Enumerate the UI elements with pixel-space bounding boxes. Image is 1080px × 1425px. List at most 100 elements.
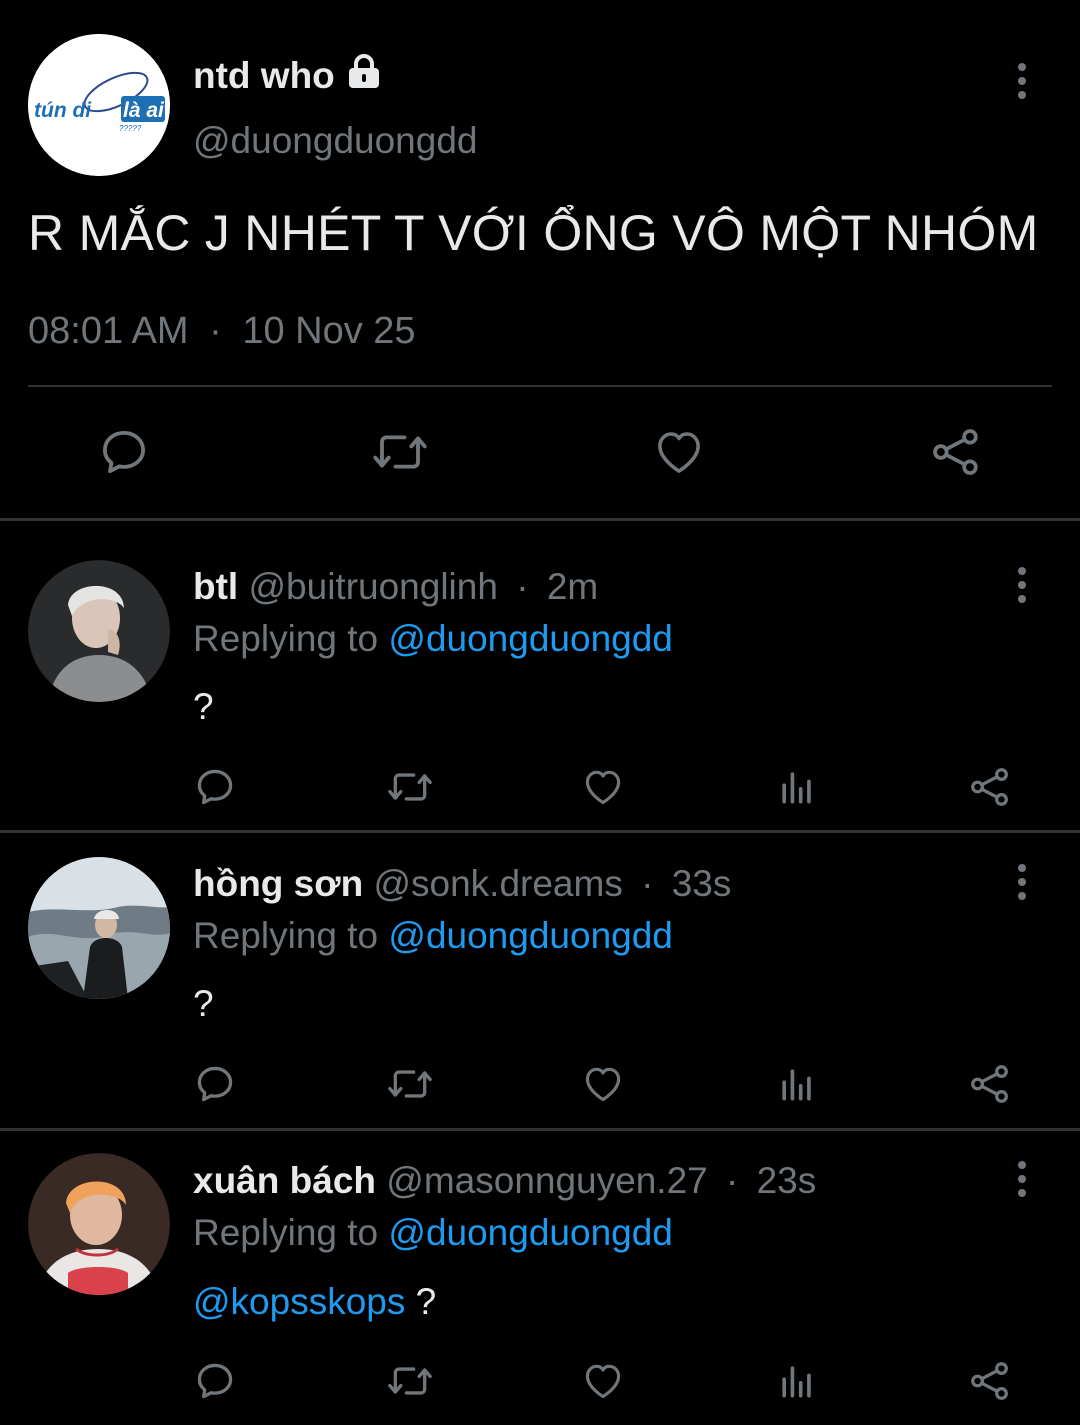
reply-more-button[interactable] <box>1002 555 1042 615</box>
reply-author-name[interactable]: xuân bách <box>193 1160 376 1201</box>
tun-di-la-ai-logo: tún di là ai ????? <box>28 34 170 176</box>
separator: · <box>641 863 654 904</box>
reply-more-button[interactable] <box>1002 852 1042 912</box>
share-button[interactable] <box>926 422 986 482</box>
svg-text:tún di: tún di <box>34 99 92 122</box>
replying-to-handle[interactable]: @duongduongdd <box>388 915 673 956</box>
reply-author-handle[interactable]: @buitruonglinh <box>248 566 497 607</box>
reply-body-text: ? <box>193 983 214 1024</box>
replying-to-handle[interactable]: @duongduongdd <box>388 1212 673 1253</box>
retweet-icon <box>388 1367 432 1395</box>
retweet-icon <box>388 1070 432 1098</box>
reply-avatar[interactable] <box>28 1153 170 1295</box>
main-author-name[interactable]: ntd who <box>193 52 383 99</box>
replying-to: Replying to @duongduongdd <box>193 915 673 957</box>
replying-to: Replying to @duongduongdd <box>193 618 673 660</box>
more-vertical-icon <box>1018 1161 1026 1169</box>
more-options-button[interactable] <box>1002 51 1042 111</box>
heart-icon <box>585 1067 621 1102</box>
avatar-photo <box>28 560 170 702</box>
main-author-handle[interactable]: @duongduongdd <box>193 120 478 162</box>
views-button[interactable] <box>774 764 820 810</box>
retweet-icon <box>373 435 427 469</box>
divider <box>28 385 1052 387</box>
views-chart-icon <box>782 772 811 804</box>
reply-body-text: ? <box>193 686 214 727</box>
svg-text:là ai: là ai <box>123 99 165 122</box>
share-icon <box>933 429 978 475</box>
main-display-name[interactable]: ntd who <box>193 55 335 97</box>
share-icon <box>971 1362 1008 1400</box>
tweet-text: R MẮC J NHÉT T VỚI ỔNG VÔ MỘT NHÓM <box>28 205 1039 261</box>
comment-icon <box>197 769 233 805</box>
share-button[interactable] <box>967 764 1013 810</box>
comment-icon <box>197 1363 233 1399</box>
reply-author-handle[interactable]: @masonnguyen.27 <box>386 1160 707 1201</box>
more-vertical-icon <box>1018 864 1026 872</box>
views-chart-icon <box>782 1366 811 1398</box>
separator: · <box>516 566 529 607</box>
comment-icon <box>102 430 146 474</box>
reply-header: xuân bách @masonnguyen.27 · 23s <box>193 1160 816 1202</box>
retweet-icon <box>388 773 432 801</box>
timestamp-separator: · <box>209 310 222 352</box>
reply-avatar[interactable] <box>28 857 170 999</box>
reply-header: btl @buitruonglinh · 2m <box>193 566 598 608</box>
divider <box>0 1128 1080 1131</box>
like-button[interactable] <box>649 422 709 482</box>
reply-button[interactable] <box>192 1358 238 1404</box>
views-chart-icon <box>782 1069 811 1101</box>
like-button[interactable] <box>580 764 626 810</box>
divider <box>0 518 1080 521</box>
reply-author-name[interactable]: hồng sơn <box>193 863 363 904</box>
reply-button[interactable] <box>192 1061 238 1107</box>
reply-time[interactable]: 2m <box>547 566 598 607</box>
reply-text: @kopsskops ? <box>193 1281 436 1323</box>
more-vertical-icon <box>1018 567 1026 575</box>
divider <box>0 830 1080 833</box>
reply-more-button[interactable] <box>1002 1149 1042 1209</box>
share-icon <box>971 1065 1008 1103</box>
heart-icon <box>658 432 700 473</box>
reply-header: hồng sơn @sonk.dreams · 33s <box>193 863 731 905</box>
lock-icon <box>345 52 383 99</box>
separator: · <box>726 1160 739 1201</box>
replying-to: Replying to @duongduongdd <box>193 1212 673 1254</box>
replying-to-label: Replying to <box>193 618 379 659</box>
heart-icon <box>585 1364 621 1399</box>
reply-time[interactable]: 23s <box>757 1160 817 1201</box>
tweet-timestamp: 08:01 AM · 10 Nov 25 <box>28 310 416 353</box>
share-icon <box>971 768 1008 806</box>
retweet-button[interactable] <box>385 1358 435 1404</box>
like-button[interactable] <box>580 1358 626 1404</box>
views-button[interactable] <box>774 1358 820 1404</box>
svg-text:?????: ????? <box>119 124 142 133</box>
reply-avatar[interactable] <box>28 560 170 702</box>
comment-icon <box>197 1066 233 1102</box>
replying-to-label: Replying to <box>193 915 379 956</box>
reply-button[interactable] <box>192 764 238 810</box>
more-vertical-icon <box>1018 63 1026 71</box>
reply-author-handle[interactable]: @sonk.dreams <box>373 863 622 904</box>
reply-text: ? <box>193 686 214 728</box>
retweet-button[interactable] <box>370 422 430 482</box>
replying-to-handle[interactable]: @duongduongdd <box>388 618 673 659</box>
reply-mention[interactable]: @kopsskops <box>193 1281 405 1322</box>
heart-icon <box>585 770 621 805</box>
replying-to-label: Replying to <box>193 1212 379 1253</box>
avatar-photo <box>28 857 170 999</box>
like-button[interactable] <box>580 1061 626 1107</box>
tweet-date: 10 Nov 25 <box>242 310 416 352</box>
reply-button[interactable] <box>94 422 154 482</box>
reply-text: ? <box>193 983 214 1025</box>
avatar-photo <box>28 1153 170 1295</box>
views-button[interactable] <box>774 1061 820 1107</box>
main-avatar[interactable]: tún di là ai ????? <box>28 34 170 176</box>
share-button[interactable] <box>967 1061 1013 1107</box>
share-button[interactable] <box>967 1358 1013 1404</box>
retweet-button[interactable] <box>385 764 435 810</box>
retweet-button[interactable] <box>385 1061 435 1107</box>
reply-time[interactable]: 33s <box>672 863 732 904</box>
reply-author-name[interactable]: btl <box>193 566 238 607</box>
tweet-time: 08:01 AM <box>28 310 189 352</box>
